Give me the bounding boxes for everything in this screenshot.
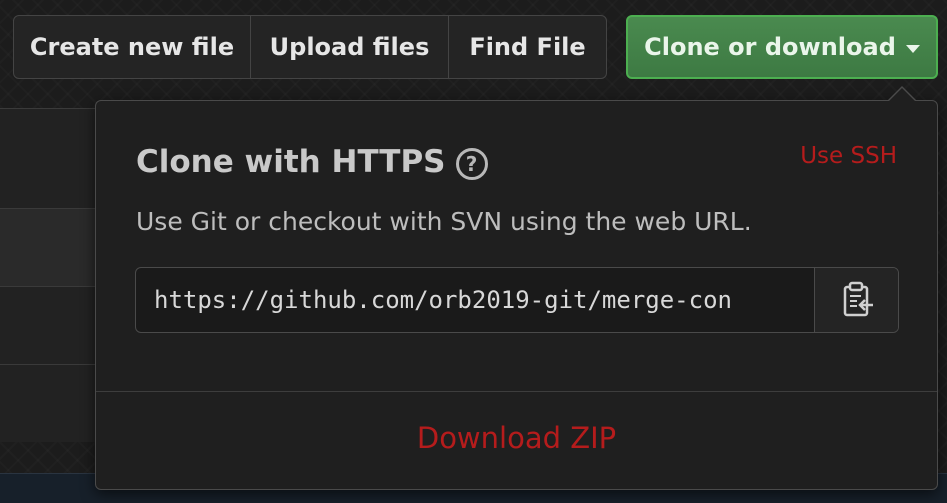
caret-down-icon [905, 44, 920, 53]
copy-url-button[interactable] [814, 268, 898, 332]
question-circle-icon[interactable]: ? [455, 148, 488, 180]
clone-url-group: https://github.com/orb2019-git/merge-con [135, 267, 899, 333]
popover-title: Clone with HTTPS ? [136, 144, 488, 180]
use-ssh-link[interactable]: Use SSH [800, 143, 897, 169]
clone-or-download-label: Clone or download [644, 33, 896, 61]
popover-divider [96, 391, 937, 392]
popover-arrow-fill [888, 88, 916, 102]
file-row[interactable] [0, 364, 110, 442]
upload-files-button[interactable]: Upload files [251, 16, 449, 78]
clone-url-input[interactable]: https://github.com/orb2019-git/merge-con [136, 268, 814, 332]
file-row[interactable] [0, 108, 110, 208]
download-zip-link[interactable]: Download ZIP [96, 421, 937, 455]
create-new-file-button[interactable]: Create new file [14, 16, 251, 78]
file-list-partial [0, 108, 110, 478]
clone-popover: Clone with HTTPS ? Use SSH Use Git or ch… [95, 86, 938, 490]
clipboard-icon [843, 281, 873, 317]
clone-or-download-button[interactable]: Clone or download [626, 15, 938, 79]
file-row[interactable] [0, 286, 110, 364]
clone-description: Use Git or checkout with SVN using the w… [136, 207, 752, 236]
clone-title-text: Clone with HTTPS [136, 144, 446, 180]
file-row[interactable] [0, 208, 110, 286]
find-file-button[interactable]: Find File [449, 16, 606, 78]
file-actions-group: Create new file Upload files Find File [13, 15, 607, 79]
